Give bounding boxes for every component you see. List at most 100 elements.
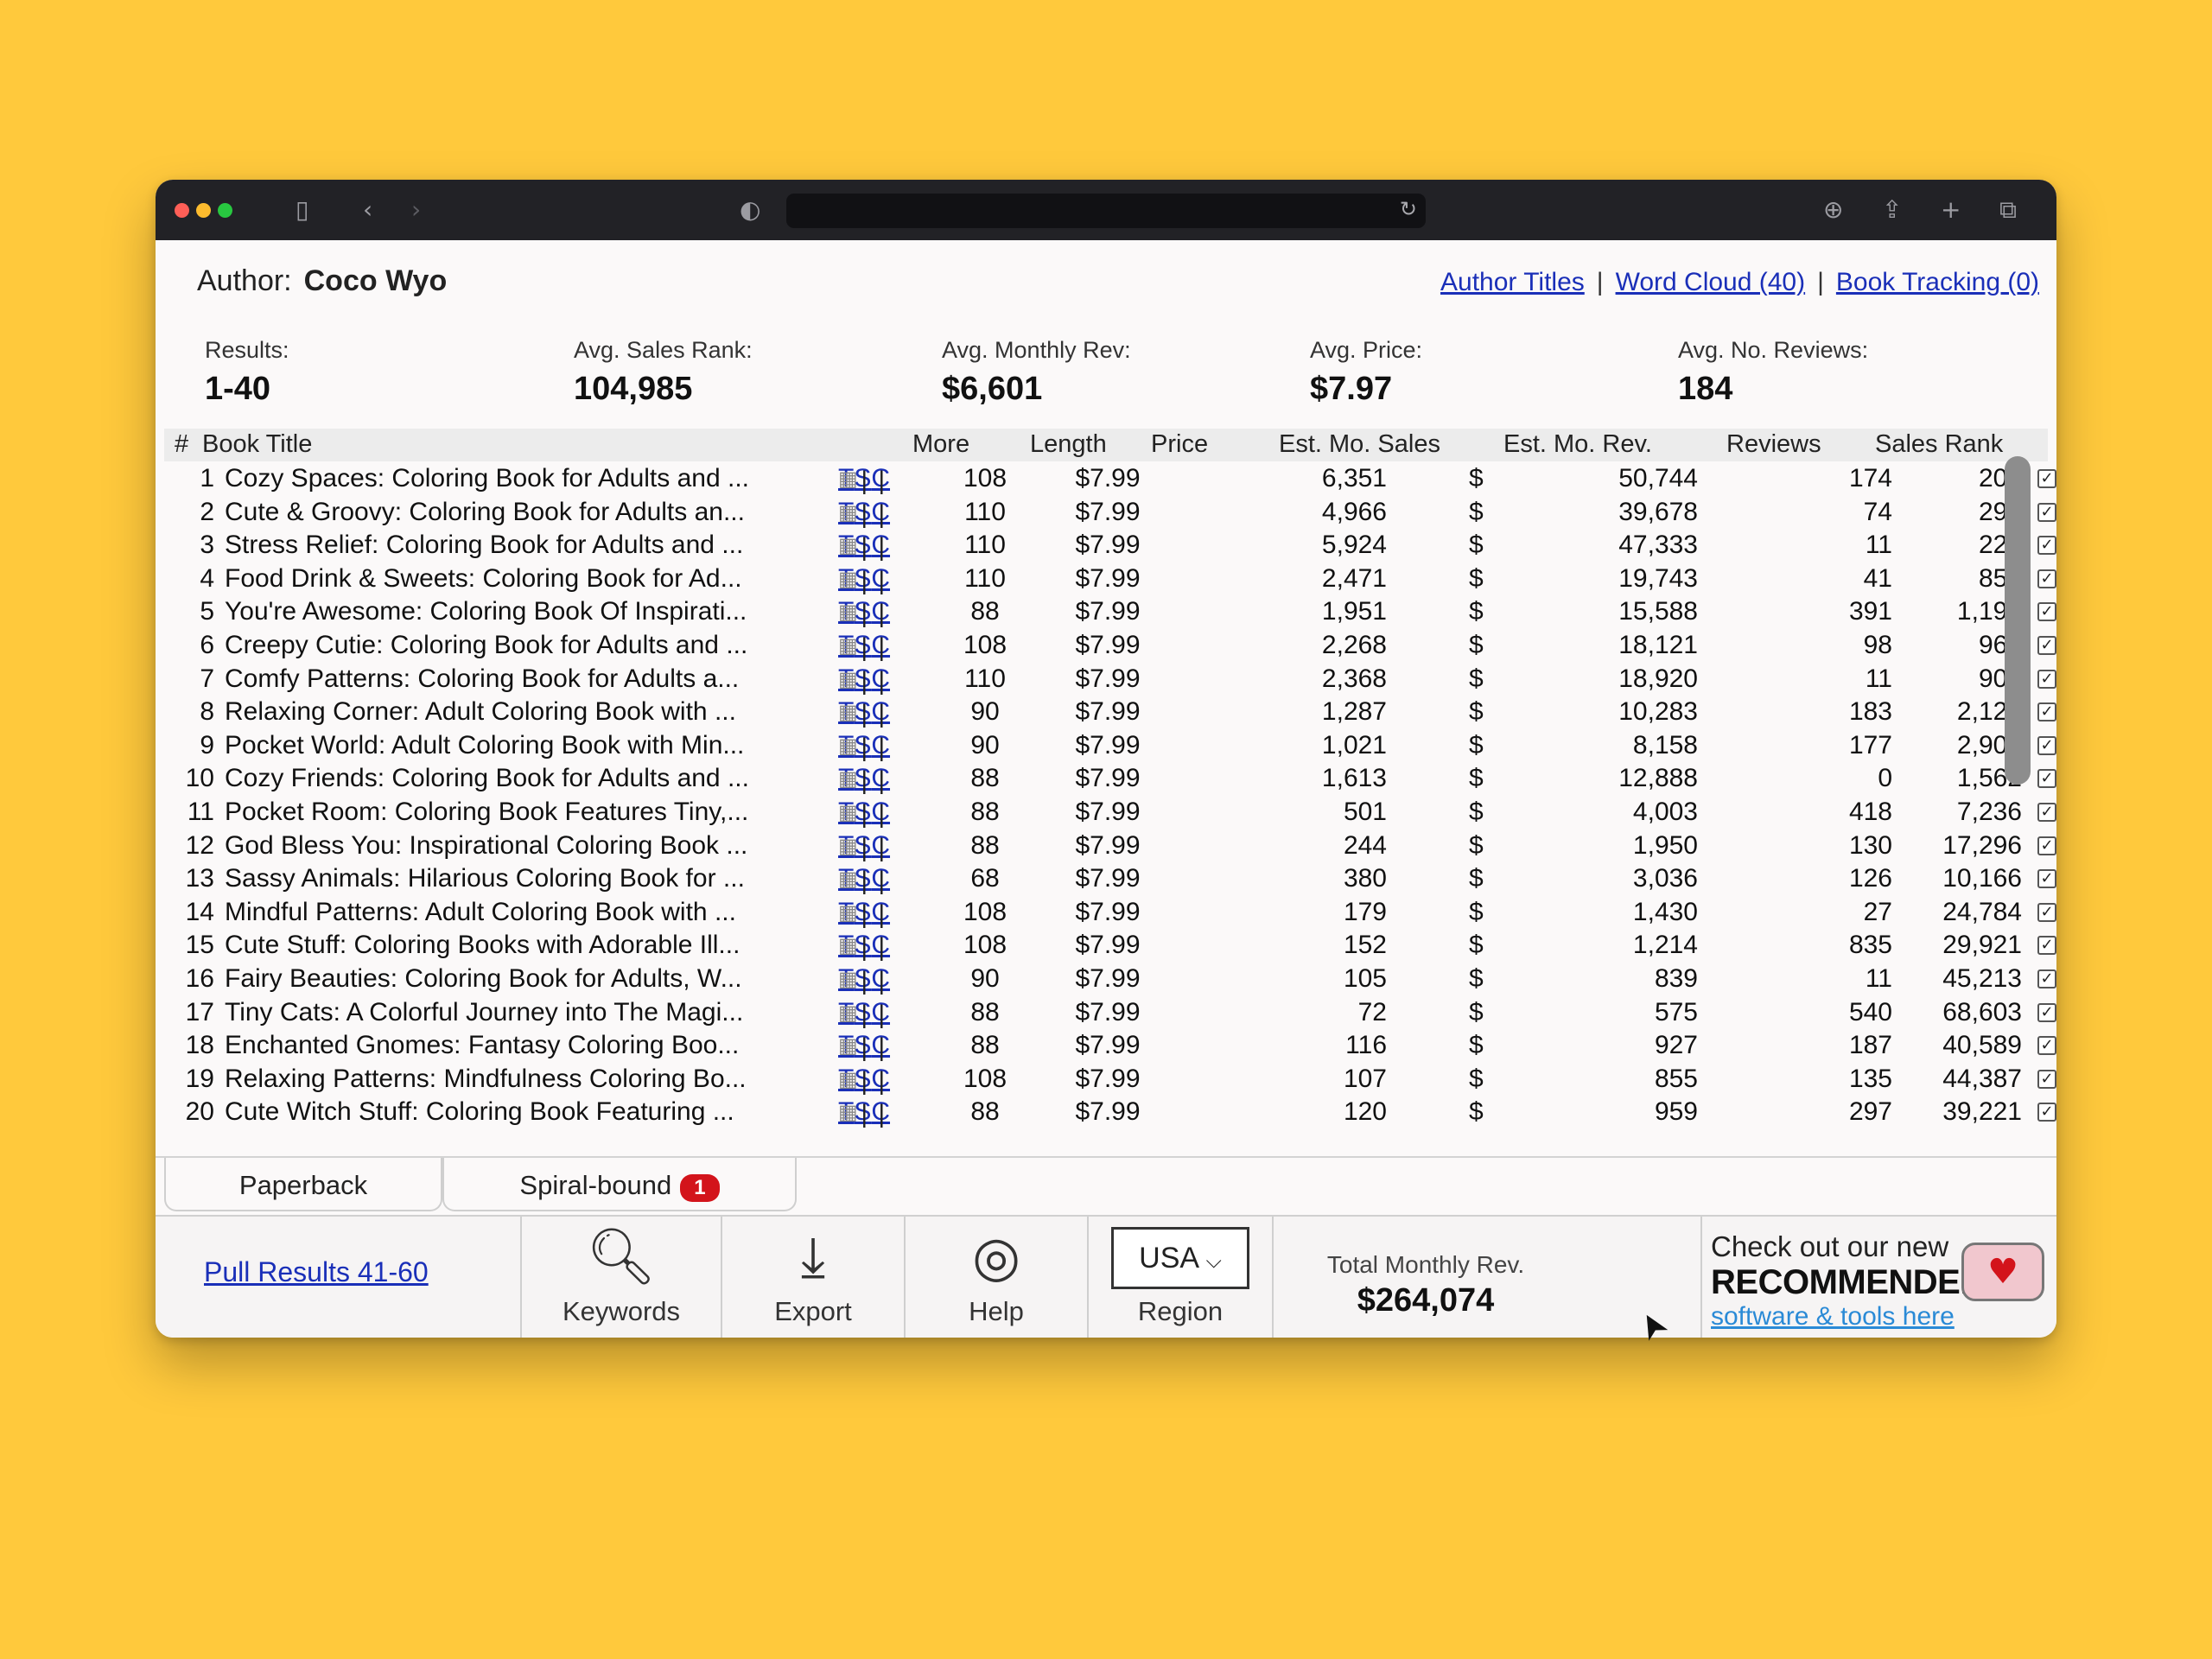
row-checkbox[interactable]: ✓: [2037, 702, 2056, 722]
table-row[interactable]: 19 Relaxing Patterns: Mindfulness Colorin…: [164, 1062, 2056, 1096]
row-checkbox[interactable]: ✓: [2037, 735, 2056, 755]
privacy-shield-icon[interactable]: ◐: [740, 195, 760, 225]
row-checkbox[interactable]: ✓: [2037, 602, 2056, 622]
book-title[interactable]: Pocket World: Adult Coloring Book with M…: [225, 731, 830, 760]
row-checkbox[interactable]: ✓: [2037, 802, 2056, 822]
recommended-tools-link[interactable]: software & tools here: [1711, 1302, 1955, 1331]
downloads-icon[interactable]: ⊕: [1823, 195, 1843, 225]
book-title[interactable]: God Bless You: Inspirational Coloring Bo…: [225, 831, 830, 861]
row-checkbox[interactable]: ✓: [2037, 969, 2056, 988]
pull-results-link[interactable]: Pull Results 41-60: [204, 1256, 429, 1288]
row-checkbox[interactable]: ✓: [2037, 902, 2056, 922]
calendar-icon[interactable]: ▦: [838, 633, 858, 658]
table-row[interactable]: 20 Cute Witch Stuff: Coloring Book Featur…: [164, 1095, 2056, 1128]
share-icon[interactable]: ⇪: [1882, 195, 1902, 225]
row-checkbox[interactable]: ✓: [2037, 1069, 2056, 1089]
calendar-icon[interactable]: ▦: [838, 800, 858, 824]
table-row[interactable]: 10 Cozy Friends: Coloring Book for Adults…: [164, 761, 2056, 795]
calendar-icon[interactable]: ▦: [838, 834, 858, 858]
calendar-icon[interactable]: ▦: [838, 567, 858, 591]
minimize-window-button[interactable]: [196, 203, 211, 218]
header-rev[interactable]: Est. Mo. Rev.: [1503, 430, 1652, 459]
tab-overview-icon[interactable]: ⧉: [1999, 195, 2017, 225]
book-title[interactable]: Mindful Patterns: Adult Coloring Book wi…: [225, 898, 830, 927]
table-row[interactable]: 14 Mindful Patterns: Adult Coloring Book …: [164, 895, 2056, 929]
row-checkbox[interactable]: ✓: [2037, 936, 2056, 956]
book-title[interactable]: Comfy Patterns: Coloring Book for Adults…: [225, 664, 830, 694]
table-row[interactable]: 18 Enchanted Gnomes: Fantasy Coloring Boo…: [164, 1028, 2056, 1062]
table-row[interactable]: 17 Tiny Cats: A Colorful Journey into The…: [164, 995, 2056, 1029]
word-cloud-link[interactable]: Word Cloud (40): [1616, 268, 1806, 296]
table-row[interactable]: 15 Cute Stuff: Coloring Books with Adorab…: [164, 928, 2056, 962]
calendar-icon[interactable]: ▦: [838, 1033, 858, 1058]
calendar-icon[interactable]: ▦: [838, 766, 858, 791]
book-title[interactable]: Sassy Animals: Hilarious Coloring Book f…: [225, 864, 830, 893]
calendar-icon[interactable]: ▦: [838, 734, 858, 758]
row-checkbox[interactable]: ✓: [2037, 635, 2056, 655]
book-title[interactable]: Creepy Cutie: Coloring Book for Adults a…: [225, 631, 830, 660]
sidebar-toggle-icon[interactable]: ▯: [296, 195, 308, 225]
table-row[interactable]: 2 Cute & Groovy: Coloring Book for Adults…: [164, 495, 2056, 529]
header-rank[interactable]: Sales Rank: [1875, 430, 2003, 459]
table-row[interactable]: 11 Pocket Room: Coloring Book Features Ti…: [164, 795, 2056, 829]
calendar-icon[interactable]: ▦: [838, 467, 858, 491]
book-title[interactable]: Cute Witch Stuff: Coloring Book Featurin…: [225, 1097, 830, 1127]
new-tab-icon[interactable]: +: [1941, 195, 1961, 225]
table-row[interactable]: 7 Comfy Patterns: Coloring Book for Adult…: [164, 662, 2056, 696]
close-window-button[interactable]: [175, 203, 189, 218]
reload-icon[interactable]: ↻: [1400, 197, 1417, 221]
calendar-icon[interactable]: ▦: [838, 667, 858, 691]
table-row[interactable]: 16 Fairy Beauties: Coloring Book for Adul…: [164, 962, 2056, 995]
calendar-icon[interactable]: ▦: [838, 1001, 858, 1025]
book-title[interactable]: Cute & Groovy: Coloring Book for Adults …: [225, 498, 830, 527]
header-sales[interactable]: Est. Mo. Sales: [1279, 430, 1440, 459]
calendar-icon[interactable]: ▦: [838, 1067, 858, 1091]
row-checkbox[interactable]: ✓: [2037, 502, 2056, 522]
book-title[interactable]: Relaxing Patterns: Mindfulness Coloring …: [225, 1065, 830, 1094]
table-row[interactable]: 5 You're Awesome: Coloring Book Of Inspir…: [164, 594, 2056, 628]
header-title[interactable]: Book Title: [202, 430, 312, 459]
table-row[interactable]: 8 Relaxing Corner: Adult Coloring Book wi…: [164, 695, 2056, 728]
back-icon[interactable]: ‹: [363, 195, 372, 225]
book-tracking-link[interactable]: Book Tracking (0): [1836, 268, 2039, 296]
row-checkbox[interactable]: ✓: [2037, 869, 2056, 889]
heart-chat-icon[interactable]: ♥: [1961, 1243, 2044, 1301]
book-title[interactable]: Enchanted Gnomes: Fantasy Coloring Boo..…: [225, 1031, 830, 1060]
zoom-window-button[interactable]: [218, 203, 232, 218]
export-button[interactable]: ⤓ Export: [721, 1217, 904, 1338]
row-checkbox[interactable]: ✓: [2037, 536, 2056, 556]
row-checkbox[interactable]: ✓: [2037, 469, 2056, 488]
calendar-icon[interactable]: ▦: [838, 533, 858, 557]
calendar-icon[interactable]: ▦: [838, 933, 858, 957]
book-title[interactable]: Stress Relief: Coloring Book for Adults …: [225, 531, 830, 560]
header-price[interactable]: Price: [1151, 430, 1208, 459]
book-title[interactable]: Cozy Friends: Coloring Book for Adults a…: [225, 764, 830, 793]
calendar-icon[interactable]: ▦: [838, 867, 858, 891]
row-checkbox[interactable]: ✓: [2037, 569, 2056, 588]
book-title[interactable]: Pocket Room: Coloring Book Features Tiny…: [225, 798, 830, 827]
address-bar[interactable]: ↻: [786, 194, 1426, 228]
book-title[interactable]: Cute Stuff: Coloring Books with Adorable…: [225, 931, 830, 960]
book-title[interactable]: You're Awesome: Coloring Book Of Inspira…: [225, 597, 830, 626]
row-checkbox[interactable]: ✓: [2037, 769, 2056, 789]
calendar-icon[interactable]: ▦: [838, 600, 858, 624]
calendar-icon[interactable]: ▦: [838, 967, 858, 991]
calendar-icon[interactable]: ▦: [838, 1100, 858, 1124]
row-checkbox[interactable]: ✓: [2037, 669, 2056, 689]
header-reviews[interactable]: Reviews: [1726, 430, 1821, 459]
table-row[interactable]: 12 God Bless You: Inspirational Coloring …: [164, 829, 2056, 862]
book-title[interactable]: Tiny Cats: A Colorful Journey into The M…: [225, 998, 830, 1027]
help-button[interactable]: ◎ Help: [904, 1217, 1087, 1338]
table-row[interactable]: 1 Cozy Spaces: Coloring Book for Adults a…: [164, 461, 2056, 495]
keywords-button[interactable]: 🔍︎ Keywords: [520, 1217, 721, 1338]
row-checkbox[interactable]: ✓: [2037, 1036, 2056, 1056]
tab-spiral-bound[interactable]: Spiral-bound 1: [442, 1158, 797, 1211]
table-row[interactable]: 4 Food Drink & Sweets: Coloring Book for …: [164, 562, 2056, 595]
calendar-icon[interactable]: ▦: [838, 500, 858, 524]
book-title[interactable]: Cozy Spaces: Coloring Book for Adults an…: [225, 464, 830, 493]
table-row[interactable]: 3 Stress Relief: Coloring Book for Adults…: [164, 528, 2056, 562]
row-checkbox[interactable]: ✓: [2037, 1103, 2056, 1122]
region-select[interactable]: USA ⌵: [1111, 1227, 1249, 1289]
row-checkbox[interactable]: ✓: [2037, 836, 2056, 855]
calendar-icon[interactable]: ▦: [838, 900, 858, 925]
